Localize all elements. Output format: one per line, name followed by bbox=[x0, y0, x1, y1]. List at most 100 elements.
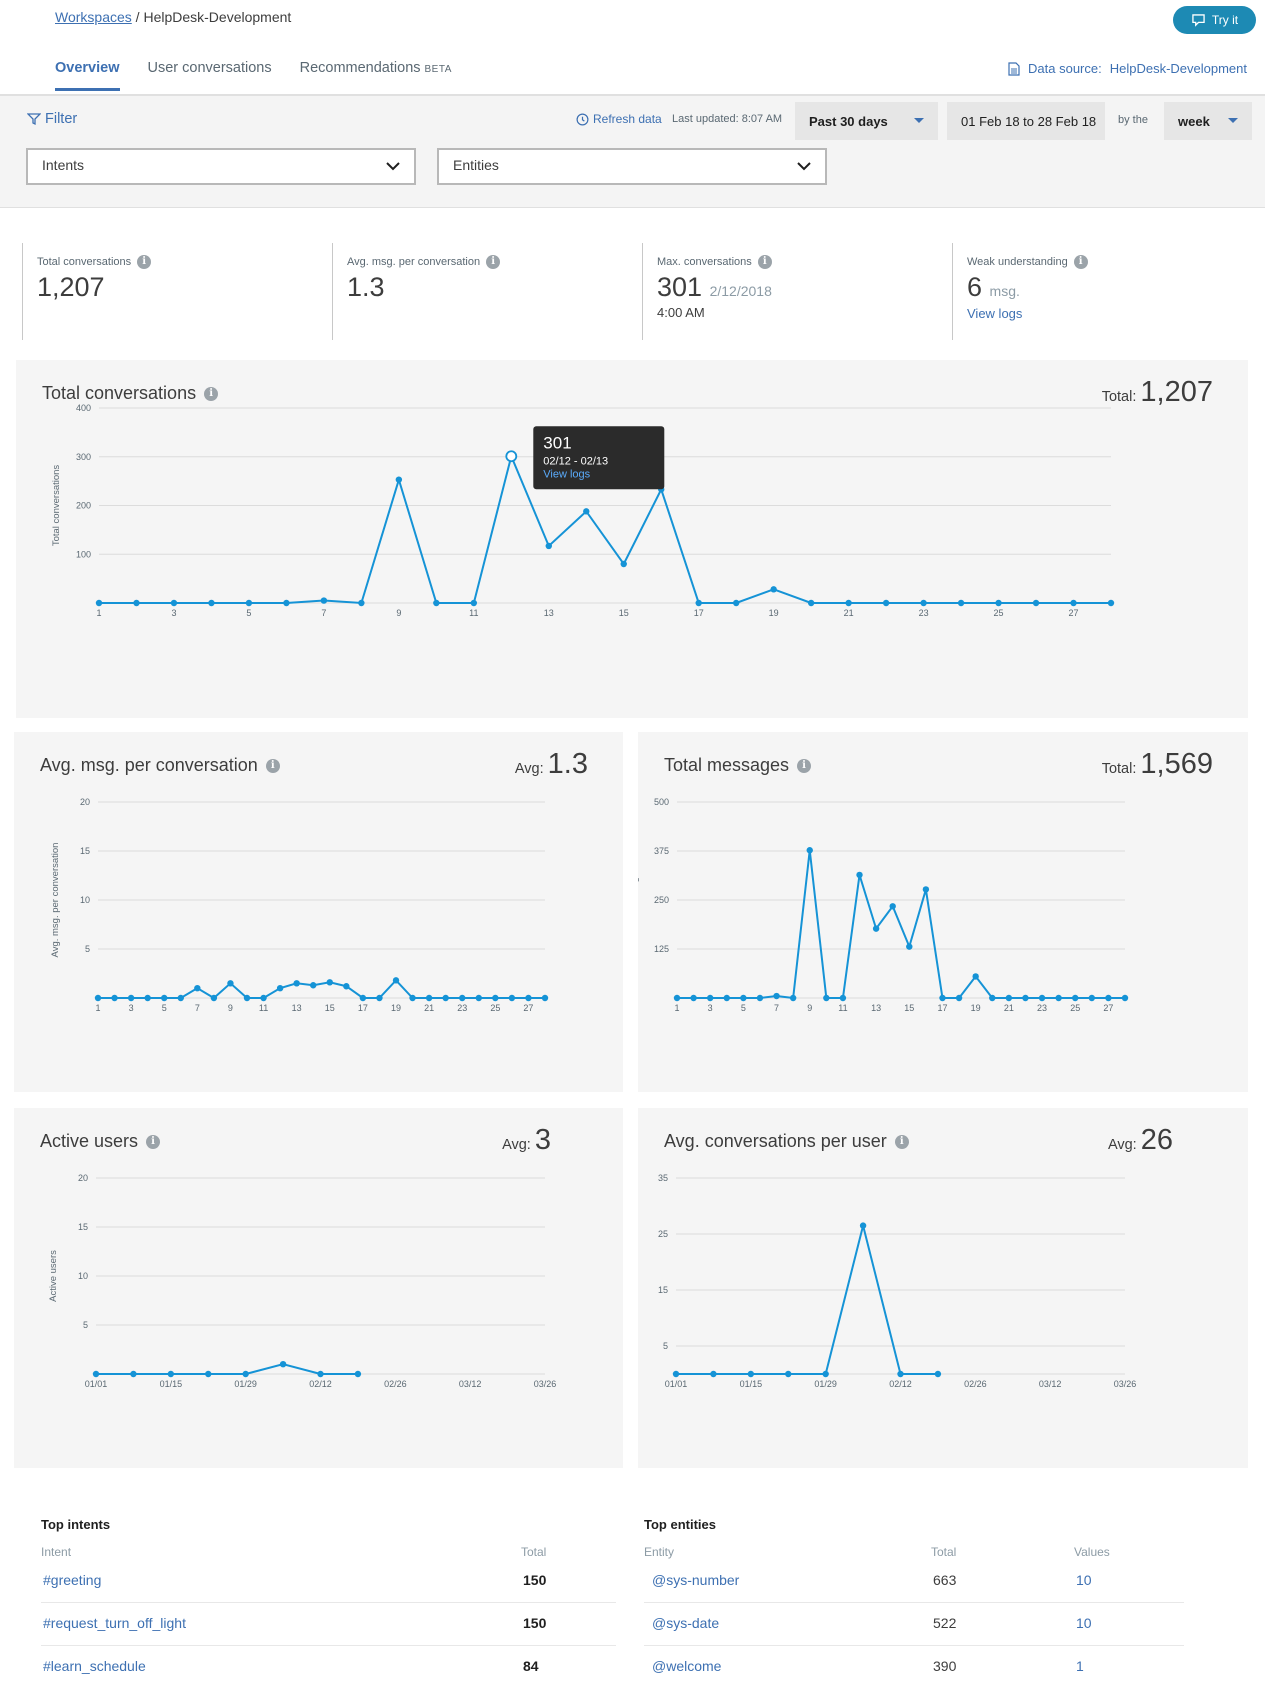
table-row[interactable]: @sys-date 522 10 bbox=[644, 1603, 1184, 1646]
data-point bbox=[773, 992, 780, 1000]
intent-link[interactable]: #learn_schedule bbox=[43, 1658, 146, 1674]
info-icon[interactable]: i bbox=[757, 255, 772, 269]
data-point bbox=[732, 599, 740, 607]
intents-dropdown[interactable]: Intents bbox=[26, 148, 416, 185]
data-point bbox=[293, 980, 300, 987]
y-tick-label: 300 bbox=[76, 452, 91, 462]
data-point bbox=[690, 994, 697, 1002]
plot-area: 5101520Avg. msg. per conversation1 3 5 7 9 11… bbox=[50, 797, 549, 1013]
by-the-label: by the bbox=[1118, 114, 1148, 126]
series-line bbox=[676, 1225, 938, 1375]
data-point bbox=[939, 994, 946, 1002]
data-point bbox=[1088, 994, 1096, 1002]
entity-values-link[interactable]: 10 bbox=[1076, 1615, 1092, 1631]
x-tick-label: 1 bbox=[95, 1003, 100, 1013]
x-tick-label: 15 bbox=[325, 1003, 335, 1013]
data-point bbox=[785, 1370, 792, 1378]
data-source-value[interactable]: HelpDesk-Development bbox=[1110, 61, 1247, 76]
top-intents-title: Top intents bbox=[41, 1517, 111, 1532]
data-source[interactable]: Data source: HelpDesk-Development bbox=[1008, 61, 1247, 76]
data-point bbox=[756, 994, 764, 1002]
data-point bbox=[260, 994, 267, 1002]
stat-value: 1,207 bbox=[37, 272, 105, 302]
data-point bbox=[354, 1370, 362, 1378]
x-tick-label: 25 bbox=[994, 608, 1004, 618]
x-tick-label: 03/26 bbox=[1114, 1379, 1137, 1389]
date-range-field[interactable]: 01 Feb 18 to 28 Feb 18 bbox=[947, 102, 1105, 140]
x-tick-label: 23 bbox=[457, 1003, 467, 1013]
stat-time: 4:00 AM bbox=[657, 305, 705, 320]
table-row[interactable]: @sys-number 663 10 bbox=[644, 1560, 1184, 1603]
data-point bbox=[508, 994, 516, 1002]
x-tick-label: 23 bbox=[1037, 1003, 1047, 1013]
entity-link[interactable]: @sys-date bbox=[652, 1615, 719, 1631]
x-tick-label: 17 bbox=[694, 608, 704, 618]
chevron-down-icon bbox=[1228, 118, 1238, 123]
stat-value: 6 bbox=[967, 272, 983, 302]
data-point bbox=[320, 597, 328, 604]
granularity-select[interactable]: week bbox=[1164, 102, 1252, 140]
info-icon[interactable]: i bbox=[1073, 255, 1088, 269]
entities-dropdown[interactable]: Entities bbox=[437, 148, 827, 185]
col-total-header: Total bbox=[931, 1545, 957, 1559]
x-tick-label: 02/26 bbox=[384, 1379, 407, 1389]
x-tick-label: 27 bbox=[1103, 1003, 1113, 1013]
data-point bbox=[545, 542, 552, 550]
y-axis-label: Total conversations bbox=[51, 465, 62, 547]
entity-values-link[interactable]: 10 bbox=[1076, 1572, 1092, 1588]
tab-overview[interactable]: Overview bbox=[55, 60, 120, 91]
try-it-button[interactable]: Try it bbox=[1173, 6, 1256, 34]
data-point bbox=[1022, 994, 1029, 1002]
table-row[interactable]: @welcome 390 1 bbox=[644, 1646, 1184, 1684]
x-tick-label: 21 bbox=[1004, 1003, 1014, 1013]
chevron-down-icon bbox=[797, 162, 811, 171]
range-select[interactable]: Past 30 days bbox=[795, 102, 938, 140]
table-row[interactable]: #request_turn_off_light 150 bbox=[41, 1603, 616, 1646]
tab-user-conversations-label: User conversations bbox=[147, 60, 272, 76]
intent-link[interactable]: #greeting bbox=[43, 1572, 101, 1588]
plot-area: 100200300400Total conversations1 3 5 7 9 11 13… bbox=[51, 403, 1115, 618]
x-tick-label: 21 bbox=[844, 608, 854, 618]
y-tick-label: 15 bbox=[78, 1222, 88, 1232]
data-point bbox=[205, 1370, 212, 1378]
x-tick-label: 5 bbox=[246, 608, 251, 618]
stat-label: Max. conversations bbox=[657, 256, 752, 268]
y-tick-label: 5 bbox=[663, 1341, 668, 1351]
data-point bbox=[823, 994, 830, 1002]
data-point bbox=[856, 871, 863, 879]
x-tick-label: 17 bbox=[937, 1003, 947, 1013]
x-tick-label: 5 bbox=[162, 1003, 167, 1013]
info-icon[interactable]: i bbox=[486, 255, 501, 269]
tab-user-conversations[interactable]: User conversations bbox=[148, 60, 272, 91]
stat-label: Avg. msg. per conversation bbox=[347, 256, 481, 268]
data-point-selected bbox=[505, 450, 518, 463]
breadcrumb-workspaces-link[interactable]: Workspaces bbox=[55, 9, 132, 25]
data-point bbox=[227, 980, 234, 987]
x-tick-label: 01/29 bbox=[814, 1379, 837, 1389]
y-axis-label: Total messages bbox=[638, 867, 640, 933]
x-tick-label: 25 bbox=[490, 1003, 500, 1013]
data-point bbox=[359, 994, 367, 1002]
tab-recommendations[interactable]: Recommendations BETA bbox=[300, 60, 452, 91]
data-point bbox=[770, 586, 777, 593]
table-row[interactable]: #greeting 150 bbox=[41, 1560, 616, 1603]
view-logs-link[interactable]: View logs bbox=[967, 306, 1242, 321]
entity-link[interactable]: @sys-number bbox=[652, 1572, 739, 1588]
entity-link[interactable]: @welcome bbox=[652, 1658, 721, 1674]
refresh-data-button[interactable]: Refresh data bbox=[576, 112, 662, 126]
entity-values-link[interactable]: 1 bbox=[1076, 1658, 1084, 1674]
intent-link[interactable]: #request_turn_off_light bbox=[43, 1615, 186, 1631]
x-tick-label: 21 bbox=[424, 1003, 434, 1013]
data-point bbox=[1105, 994, 1112, 1002]
y-tick-label: 20 bbox=[78, 1173, 88, 1183]
data-point bbox=[111, 994, 118, 1002]
x-tick-label: 23 bbox=[919, 608, 929, 618]
tooltip-view-logs-link[interactable]: View logs bbox=[543, 468, 590, 480]
data-point bbox=[127, 994, 135, 1002]
info-icon[interactable]: i bbox=[137, 255, 152, 269]
tab-recommendations-label: Recommendations bbox=[299, 60, 421, 76]
filter-button[interactable]: Filter bbox=[27, 111, 77, 127]
y-tick-label: 375 bbox=[654, 846, 669, 856]
table-row[interactable]: #learn_schedule 84 bbox=[41, 1646, 616, 1684]
data-point bbox=[972, 973, 979, 980]
